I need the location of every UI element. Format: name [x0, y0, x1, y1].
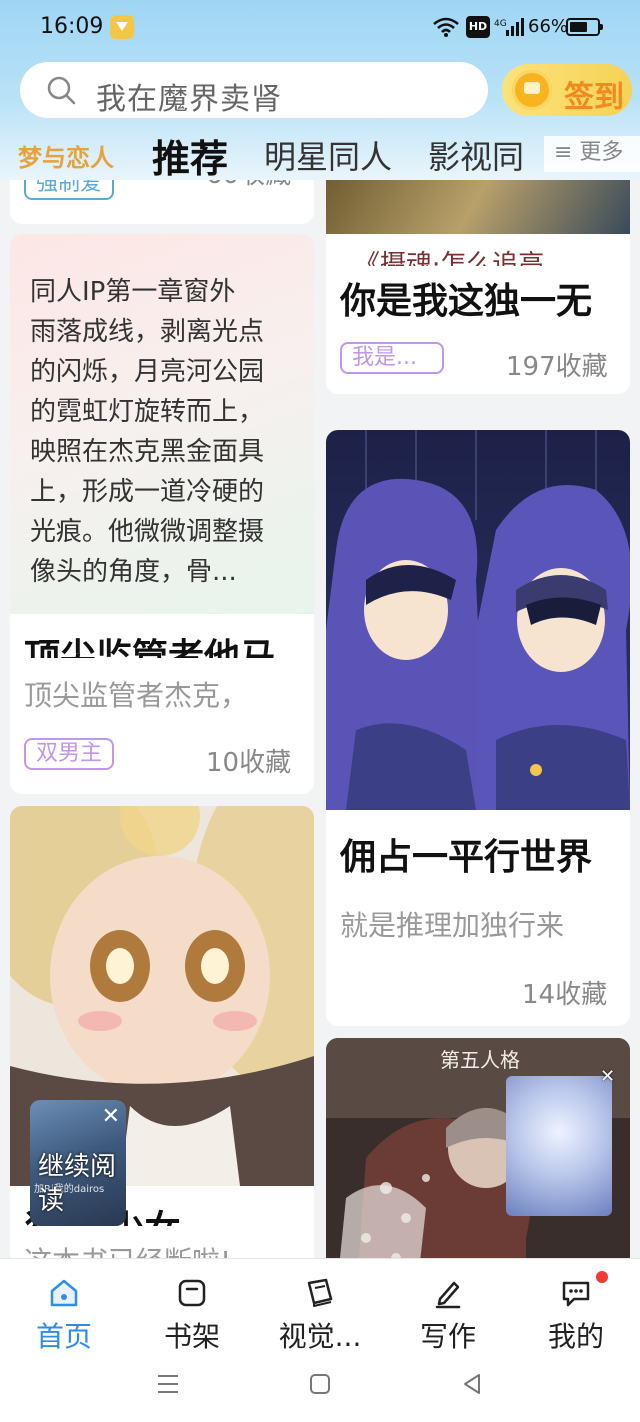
message-icon	[562, 1281, 590, 1307]
vip-icon	[110, 15, 134, 39]
status-bar: 16:09 HD 4G 66%	[0, 0, 640, 56]
category-tabs: 梦与恋人 推荐 明星同人 影视同 ≡ 更多	[0, 126, 640, 181]
book-tag: 我是...	[340, 342, 444, 374]
checkin-label: 签到	[564, 80, 624, 115]
close-icon[interactable]: ✕	[600, 1066, 615, 1087]
bookshelf-icon	[178, 1279, 206, 1307]
book-title: 顶尖监管者他马	[24, 637, 277, 658]
book-title: 你是我这独一无	[340, 281, 593, 322]
menu-icon[interactable]	[156, 1372, 180, 1396]
book-tag: 双男主	[24, 738, 115, 770]
svg-text:4G: 4G	[494, 19, 507, 29]
nav-label: 书架	[163, 1320, 220, 1353]
close-icon[interactable]: ✕	[102, 1104, 120, 1129]
book-snippet: 这本书已经断啦!	[24, 1246, 231, 1258]
search-placeholder: 我在魔界卖肾	[96, 82, 282, 117]
collect-count: 60收藏	[206, 180, 291, 191]
book-snippet: 就是推理加独行来	[340, 909, 565, 942]
notification-dot	[596, 1271, 608, 1283]
book-card[interactable]: 强制爱 60收藏	[10, 180, 314, 224]
book-cover	[326, 180, 630, 234]
tab-star-fanfic[interactable]: 明星同人	[264, 132, 392, 178]
nav-label: 视觉...	[278, 1320, 362, 1353]
book-card[interactable]: 同人IP第一章窗外 雨落成线，剥离光点 的闪烁，月亮河公园 的霓虹灯旋转而上， …	[10, 234, 314, 794]
nav-bookshelf[interactable]: 书架	[128, 1259, 256, 1359]
excerpt-cover: 同人IP第一章窗外 雨落成线，剥离光点 的闪烁，月亮河公园 的霓虹灯旋转而上， …	[10, 234, 314, 614]
back-icon[interactable]	[460, 1372, 484, 1396]
book-icon	[307, 1278, 333, 1307]
collect-count: 197收藏	[506, 352, 608, 382]
checkin-icon	[512, 70, 552, 110]
system-navigation-bar	[0, 1358, 640, 1422]
tab-recommend[interactable]: 推荐	[152, 128, 228, 183]
nav-label: 首页	[35, 1320, 92, 1353]
nav-write[interactable]: 写作	[384, 1259, 512, 1359]
book-subtitle: 《摄魂·怎么追高	[354, 250, 545, 266]
wifi-icon	[433, 17, 459, 37]
home-icon	[50, 1279, 78, 1307]
search-bar[interactable]: 我在魔界卖肾	[20, 62, 488, 118]
tab-brand[interactable]: 梦与恋人	[18, 138, 114, 173]
book-title: 佣占一平行世界	[340, 837, 593, 878]
battery-percentage: 66%	[528, 16, 569, 37]
home-square-icon[interactable]	[308, 1372, 332, 1396]
nav-label: 写作	[419, 1320, 476, 1353]
pen-icon	[435, 1281, 461, 1309]
nav-home[interactable]: 首页	[0, 1259, 128, 1359]
continue-reading-widget[interactable]: ✕ 加Ri我的dairos 继续阅读	[30, 1100, 126, 1226]
book-tag: 强制爱	[24, 180, 115, 200]
signal-icon: 4G	[494, 18, 524, 36]
book-card[interactable]: 佣占一平行世界 就是推理加独行来 14收藏	[326, 430, 630, 1026]
checkin-button[interactable]: 签到	[502, 64, 632, 116]
tab-film-fanfic[interactable]: 影视同	[428, 132, 524, 178]
collect-count: 14收藏	[522, 980, 608, 1010]
battery-icon	[566, 18, 603, 36]
nav-mine[interactable]: 我的	[512, 1259, 640, 1359]
search-icon	[47, 76, 76, 105]
more-tabs-button[interactable]: ≡ 更多	[544, 136, 640, 172]
nav-label: 我的	[547, 1320, 604, 1353]
book-card[interactable]: 《摄魂·怎么追高 你是我这独一无 我是... 197收藏	[326, 180, 630, 394]
nav-visual[interactable]: 视觉...	[256, 1259, 384, 1359]
status-time: 16:09	[40, 14, 104, 39]
game-logo: 第五人格	[440, 1048, 520, 1072]
excerpt-text: 同人IP第一章窗外 雨落成线，剥离光点 的闪烁，月亮河公园 的霓虹灯旋转而上， …	[30, 277, 265, 587]
book-cover	[326, 430, 630, 810]
collect-count: 10收藏	[206, 748, 292, 778]
book-snippet: 顶尖监管者杰克，	[24, 679, 249, 712]
hd-icon: HD	[466, 16, 490, 38]
floating-ad-image[interactable]	[506, 1076, 612, 1216]
bottom-navigation: 首页 书架 视觉... 写作 我的	[0, 1258, 640, 1358]
continue-reading-label: 继续阅读	[38, 1152, 117, 1216]
